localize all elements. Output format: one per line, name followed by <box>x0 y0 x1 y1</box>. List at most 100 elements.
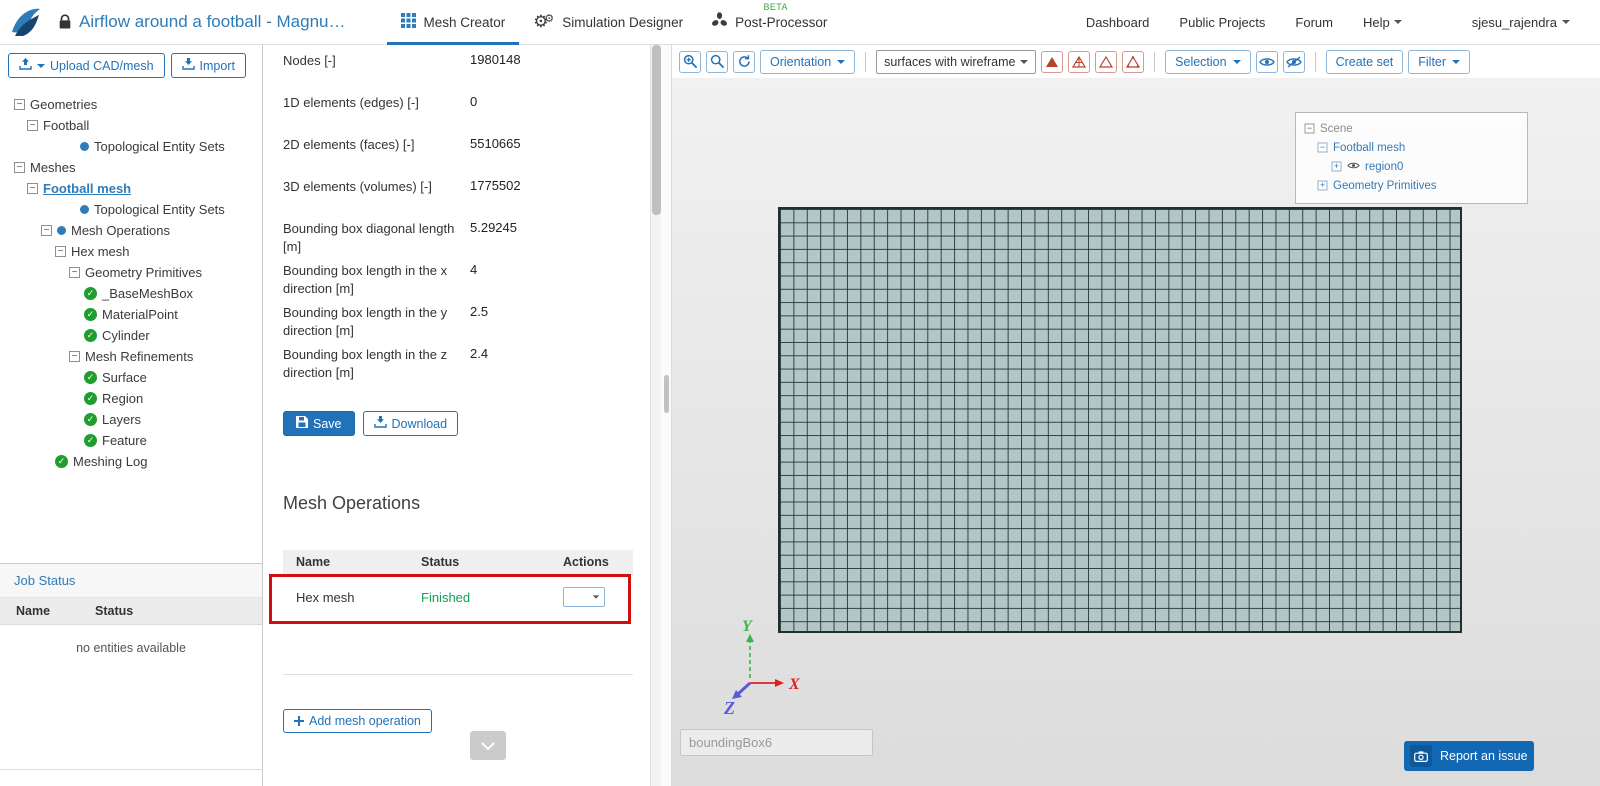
collapse-icon[interactable] <box>55 246 66 257</box>
collapse-icon[interactable] <box>14 162 25 173</box>
scene-node-region0[interactable]: region0 <box>1304 157 1519 176</box>
mesh-operations-icon <box>57 226 66 235</box>
tree-item-hex-mesh[interactable]: Hex mesh <box>0 241 262 262</box>
collapse-icon[interactable] <box>69 267 80 278</box>
tree-item-surface[interactable]: Surface <box>0 367 262 388</box>
import-button[interactable]: Import <box>171 53 246 78</box>
expand-icon[interactable] <box>1318 181 1328 191</box>
zoom-in-button[interactable] <box>679 51 701 73</box>
create-set-button[interactable]: Create set <box>1326 50 1404 74</box>
property-row: 3D elements (volumes) [-]1775502 <box>263 175 661 217</box>
expand-icon[interactable] <box>1332 162 1342 172</box>
render-wireframe-button[interactable] <box>1095 51 1117 73</box>
orientation-button[interactable]: Orientation <box>760 50 855 74</box>
operation-name: Hex mesh <box>283 590 421 605</box>
tree-item-materialpoint[interactable]: MaterialPoint <box>0 304 262 325</box>
tab-post-processor[interactable]: BETA Post-Processor <box>697 0 841 45</box>
tab-label: Mesh Creator <box>423 15 505 30</box>
entity-set-icon <box>80 142 89 151</box>
tree-item-mesh-operations[interactable]: Mesh Operations <box>0 220 262 241</box>
mesh-model[interactable] <box>778 207 1462 633</box>
upload-cad-button[interactable]: Upload CAD/mesh <box>8 53 165 78</box>
report-issue-button[interactable]: Report an issue <box>1404 741 1534 771</box>
tree-item-region[interactable]: Region <box>0 388 262 409</box>
nav-public-projects[interactable]: Public Projects <box>1179 15 1265 30</box>
job-status-empty-text: no entities available <box>0 625 262 655</box>
collapse-icon[interactable] <box>69 351 80 362</box>
collapse-panel-button[interactable] <box>470 731 506 760</box>
job-status-status-col: Status <box>95 604 133 618</box>
mesh-creator-grid-icon <box>401 13 416 31</box>
zoom-box-button[interactable] <box>706 51 728 73</box>
check-icon <box>84 413 97 426</box>
scene-node-scene[interactable]: Scene <box>1304 119 1519 138</box>
check-icon <box>84 434 97 447</box>
filter-button[interactable]: Filter <box>1408 50 1470 74</box>
panel-resizer[interactable] <box>661 45 672 786</box>
collapse-icon[interactable] <box>41 225 52 236</box>
col-status: Status <box>421 555 563 569</box>
tree-item-mesh-refinements[interactable]: Mesh Refinements <box>0 346 262 367</box>
nav-forum[interactable]: Forum <box>1295 15 1333 30</box>
selection-button[interactable]: Selection <box>1165 50 1250 74</box>
nav-help[interactable]: Help <box>1363 15 1402 30</box>
gears-icon: ⚙⚙ <box>533 11 555 33</box>
tree-item-meshes[interactable]: Meshes <box>0 157 262 178</box>
reset-view-button[interactable] <box>733 51 755 73</box>
render-surfaces-wireframe-button[interactable] <box>1068 51 1090 73</box>
mesh-operations-title: Mesh Operations <box>283 493 661 514</box>
table-row[interactable]: Hex mesh Finished <box>283 575 633 619</box>
primitive-name-input[interactable] <box>680 729 873 756</box>
render-points-button[interactable] <box>1122 51 1144 73</box>
save-icon <box>296 416 308 431</box>
tree-item-geometries[interactable]: Geometries <box>0 94 262 115</box>
tree-item-football[interactable]: Football <box>0 115 262 136</box>
tab-mesh-creator[interactable]: Mesh Creator <box>387 0 519 45</box>
collapse-icon[interactable] <box>1305 124 1315 134</box>
panel-scrollbar[interactable] <box>650 45 661 786</box>
left-sidebar: Upload CAD/mesh Import Geometries Footba… <box>0 45 263 786</box>
tree-item-topological-entity-sets[interactable]: Topological Entity Sets <box>0 136 262 157</box>
tree-item-meshing-log[interactable]: Meshing Log <box>0 451 262 472</box>
show-entities-button[interactable] <box>1256 51 1278 73</box>
collapse-icon[interactable] <box>1318 143 1328 153</box>
check-icon <box>84 308 97 321</box>
tab-simulation-designer[interactable]: ⚙⚙ Simulation Designer <box>519 0 697 45</box>
tree-item-basemeshbox[interactable]: _BaseMeshBox <box>0 283 262 304</box>
scene-node-geometry-primitives[interactable]: Geometry Primitives <box>1304 176 1519 195</box>
job-status-name-col: Name <box>0 604 95 618</box>
app-logo[interactable] <box>9 6 42 39</box>
operation-status: Finished <box>421 590 563 605</box>
chevron-down-icon <box>481 738 495 753</box>
lock-icon <box>58 14 72 30</box>
project-title[interactable]: Airflow around a football - Magnu… <box>79 12 345 32</box>
collapse-icon[interactable] <box>14 99 25 110</box>
actions-select[interactable] <box>563 587 605 607</box>
add-mesh-operation-button[interactable]: Add mesh operation <box>283 709 432 733</box>
tree-item-geometry-primitives[interactable]: Geometry Primitives <box>0 262 262 283</box>
user-menu[interactable]: sjesu_rajendra <box>1472 15 1570 30</box>
tree-item-cylinder[interactable]: Cylinder <box>0 325 262 346</box>
scrollbar-thumb[interactable] <box>652 45 661 215</box>
resizer-grip[interactable] <box>664 375 669 413</box>
mesh-properties-panel: Nodes [-]1980148 1D elements (edges) [-]… <box>263 45 661 786</box>
hide-entities-button[interactable] <box>1283 51 1305 73</box>
download-button[interactable]: Download <box>363 411 459 436</box>
render-mode-select[interactable]: surfaces with wireframe <box>876 50 1036 74</box>
property-row: Nodes [-]1980148 <box>263 49 661 91</box>
axis-triad: Y X Z <box>712 618 822 721</box>
tree-item-topological-entity-sets[interactable]: Topological Entity Sets <box>0 199 262 220</box>
tree-item-football-mesh[interactable]: Football mesh <box>0 178 262 199</box>
tree-item-layers[interactable]: Layers <box>0 409 262 430</box>
save-button[interactable]: Save <box>283 411 355 436</box>
tree-item-feature[interactable]: Feature <box>0 430 262 451</box>
viewer-canvas[interactable]: Scene Football mesh region0 Geometry Pri… <box>672 78 1600 786</box>
scene-node-football-mesh[interactable]: Football mesh <box>1304 138 1519 157</box>
upload-icon <box>19 58 32 73</box>
visibility-eye-icon[interactable] <box>1347 161 1360 173</box>
nav-dashboard[interactable]: Dashboard <box>1086 15 1150 30</box>
render-surfaces-button[interactable] <box>1041 51 1063 73</box>
collapse-icon[interactable] <box>27 183 38 194</box>
collapse-icon[interactable] <box>27 120 38 131</box>
viewer-toolbar: Orientation surfaces with wireframe Sele… <box>672 45 1600 78</box>
